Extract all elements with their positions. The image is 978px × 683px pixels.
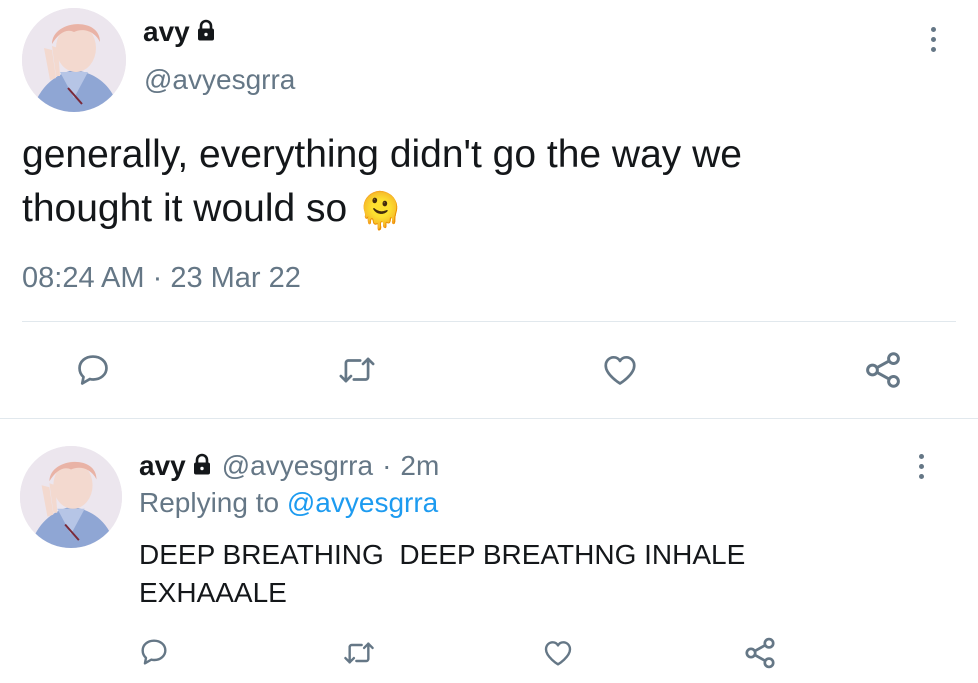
replying-to: Replying to @avyesgrra — [139, 487, 438, 519]
melting-face-emoji: 🫠 — [358, 190, 403, 231]
lock-icon — [192, 450, 212, 482]
reply-share-icon[interactable] — [742, 635, 778, 671]
reply-tweet-text: DEEP BREATHING DEEP BREATHNG INHALE EXHA… — [139, 536, 745, 612]
main-divider-top — [22, 321, 956, 322]
main-tweet-line-1: generally, everything didn't go the way … — [22, 133, 742, 176]
main-date: 23 Mar 22 — [170, 262, 301, 294]
avatar-photo — [20, 446, 122, 548]
reply-reply-icon[interactable] — [138, 636, 170, 668]
main-tweet-line-2: thought it would so 🫠 — [22, 182, 742, 238]
section-divider — [0, 418, 978, 419]
main-timestamp[interactable]: 08:24 AM · 23 Mar 22 — [22, 262, 301, 295]
avatar-photo — [22, 8, 126, 112]
reply-retweet-icon[interactable] — [341, 637, 377, 669]
main-share-icon[interactable] — [862, 349, 904, 391]
reply-display-name[interactable]: avy — [139, 450, 186, 482]
main-display-name[interactable]: avy — [143, 16, 190, 48]
timestamp-separator: · — [152, 262, 163, 294]
reply-handle[interactable]: @avyesgrra — [222, 450, 373, 482]
reply-tweet-line-1: DEEP BREATHING DEEP BREATHNG INHALE — [139, 539, 746, 570]
main-retweet-icon[interactable] — [336, 351, 378, 389]
main-time: 08:24 AM — [22, 262, 145, 294]
reply-separator: · — [382, 450, 392, 481]
main-like-icon[interactable] — [600, 351, 640, 389]
main-tweet-line-2-text: thought it would so — [22, 187, 348, 230]
reply-like-icon[interactable] — [541, 637, 575, 669]
reply-tweet-line-2: EXHAAALE — [139, 577, 287, 608]
more-options-icon[interactable] — [931, 27, 936, 52]
reply-header[interactable]: avy @avyesgrra · 2m — [139, 448, 439, 484]
lock-icon — [196, 19, 216, 46]
reply-more-options-icon[interactable] — [919, 454, 924, 479]
main-author[interactable]: avy — [143, 14, 216, 50]
main-tweet-text: generally, everything didn't go the way … — [22, 128, 742, 238]
main-avatar[interactable] — [22, 8, 126, 112]
main-reply-icon[interactable] — [74, 351, 112, 389]
main-handle[interactable]: @avyesgrra — [144, 64, 295, 96]
reply-avatar[interactable] — [20, 446, 122, 548]
reply-age: 2m — [400, 450, 440, 481]
replying-to-handle[interactable]: @avyesgrra — [287, 487, 438, 518]
replying-to-label: Replying to — [139, 487, 280, 518]
